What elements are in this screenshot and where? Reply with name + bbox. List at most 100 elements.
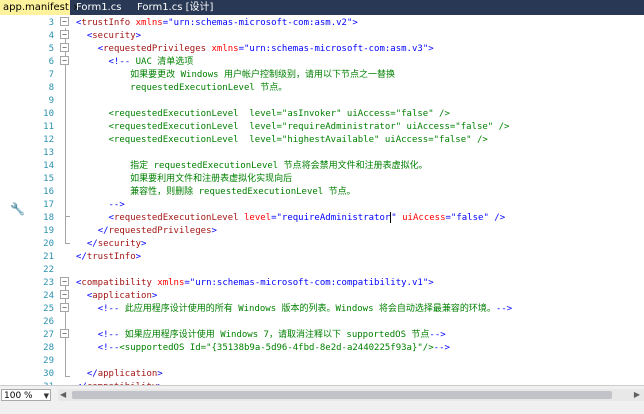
code-token: urn:schemas-microsoft-com:asm.v2 xyxy=(173,18,347,28)
collapse-icon[interactable]: − xyxy=(60,56,69,65)
scroll-right-icon[interactable]: ▶ xyxy=(634,389,640,401)
code-line[interactable]: <requestedExecutionLevel level="asInvoke… xyxy=(76,108,450,121)
chevron-down-icon[interactable]: ▼ xyxy=(44,390,49,402)
tab-form1-cs[interactable]: Form1.cs xyxy=(73,0,129,15)
code-line[interactable]: </trustInfo> xyxy=(76,251,141,264)
code-token: requestedPrivileges xyxy=(103,44,207,54)
tab-form1-designer[interactable]: Form1.cs [设计] xyxy=(134,0,224,15)
code-token: =" xyxy=(238,44,250,54)
code-token: > xyxy=(141,239,147,249)
code-token: /> xyxy=(494,213,506,223)
outlining-margin: − − − − − − − − xyxy=(58,15,74,385)
code-line[interactable]: <trustInfo xmlns="urn:schemas-microsoft-… xyxy=(76,17,358,30)
line-number: 13 xyxy=(43,148,54,158)
collapse-icon[interactable]: − xyxy=(60,43,69,52)
scrollbar-thumb[interactable] xyxy=(72,391,612,399)
code-token: --> xyxy=(433,343,450,353)
line-number: 3 xyxy=(48,18,54,28)
code-line[interactable]: 如果要利用文件和注册表虚拟化实现向后 xyxy=(76,173,292,186)
wrench-icon[interactable]: 🔧 xyxy=(10,202,25,216)
code-line[interactable]: 指定 requestedExecutionLevel 节点将会禁用文件和注册表虚… xyxy=(76,160,427,173)
line-number: 18 xyxy=(43,213,54,223)
code-line[interactable]: <!-- 如果应用程序设计使用 Windows 7，请取消注释以下 suppor… xyxy=(76,329,446,342)
code-token: <requestedExecutionLevel level="highestA… xyxy=(76,135,488,145)
code-line[interactable]: <!-- UAC 清单选项 xyxy=(76,56,194,69)
collapse-icon[interactable]: − xyxy=(60,17,69,26)
code-line[interactable]: </application> xyxy=(76,368,163,381)
code-line[interactable]: <requestedExecutionLevel level="requireA… xyxy=(76,121,510,134)
collapse-icon[interactable]: − xyxy=(60,303,69,312)
code-line[interactable]: </requestedPrivileges> xyxy=(76,225,217,238)
line-number: 15 xyxy=(43,174,54,184)
line-number: 24 xyxy=(43,291,54,301)
line-number: 10 xyxy=(43,109,54,119)
line-number: 30 xyxy=(43,369,54,379)
code-token: <!-- xyxy=(97,330,120,340)
collapse-icon[interactable]: − xyxy=(60,290,69,299)
line-number: 29 xyxy=(43,356,54,366)
collapse-icon[interactable]: − xyxy=(60,277,69,286)
code-token: trustInfo xyxy=(86,252,136,262)
code-token: <requestedExecutionLevel level="asInvoke… xyxy=(76,109,450,119)
fold-end-marker xyxy=(65,216,70,217)
code-token: <!-- xyxy=(97,343,120,353)
code-line[interactable]: 兼容性，则删除 requestedExecutionLevel 节点。 xyxy=(76,186,355,199)
code-token: =" xyxy=(162,18,174,28)
code-line[interactable]: <!--<supportedOS Id="{35138b9a-5d96-4fbd… xyxy=(76,342,450,355)
tab-label: Form1.cs [设计] xyxy=(137,2,214,13)
code-token: <!-- xyxy=(108,57,131,67)
code-token: urn:schemas-microsoft-com:compatibility.… xyxy=(195,278,423,288)
code-token: =" xyxy=(271,213,282,223)
code-line[interactable]: <!-- 此应用程序设计使用的所有 Windows 版本的列表。Windows … xyxy=(76,303,513,316)
collapse-icon[interactable]: − xyxy=(60,329,69,338)
code-line[interactable]: <requestedExecutionLevel level="highestA… xyxy=(76,134,488,147)
line-number: 4 xyxy=(48,31,54,41)
line-number: 6 xyxy=(48,57,54,67)
code-line[interactable]: <security> xyxy=(76,30,141,43)
code-line[interactable]: 如果要更改 Windows 用户帐户控制级别，请用以下节点之一替换 xyxy=(76,69,395,82)
code-line[interactable]: <requestedExecutionLevel level="requireA… xyxy=(76,212,505,225)
code-token: </ xyxy=(86,239,98,249)
line-number: 11 xyxy=(43,122,54,132)
tab-app-manifest[interactable]: app.manifest × xyxy=(0,0,80,15)
code-token: uiAccess xyxy=(402,213,446,223)
code-line[interactable]: <requestedPrivileges xmlns="urn:schemas-… xyxy=(76,43,434,56)
line-number: 16 xyxy=(43,187,54,197)
code-editor[interactable]: 3 4 5 6 7 8 9 10 11 12 13 14 15 16 17 18 19 20 21 22 23 24 25 2… xyxy=(0,15,644,385)
collapse-icon[interactable]: − xyxy=(60,30,69,39)
code-token: > xyxy=(135,31,142,41)
fold-end-marker xyxy=(65,376,70,377)
code-line[interactable]: <compatibility xmlns="urn:schemas-micros… xyxy=(76,277,434,290)
code-token: 如果应用程序设计使用 Windows 7，请取消注释以下 supportedOS… xyxy=(119,330,430,340)
code-token: requestedPrivileges xyxy=(108,226,212,236)
line-number: 14 xyxy=(43,161,54,171)
code-line[interactable]: </security> xyxy=(76,238,147,251)
code-token: "> xyxy=(422,44,434,54)
code-token: --> xyxy=(429,330,446,340)
scroll-left-icon[interactable]: ◀ xyxy=(60,389,66,401)
code-line[interactable]: requestedExecutionLevel 节点。 xyxy=(76,82,287,95)
line-number: 8 xyxy=(48,83,54,93)
code-token: </ xyxy=(76,252,87,262)
code-token: 如果要利用文件和注册表虚拟化实现向后 xyxy=(76,174,293,184)
line-number: 17 xyxy=(43,200,54,210)
line-number: 23 xyxy=(43,278,54,288)
code-token: 此应用程序设计使用的所有 Windows 版本的列表。Windows 将会自动选… xyxy=(119,304,496,314)
tab-label: Form1.cs xyxy=(76,2,122,13)
code-token: xmlns xyxy=(135,18,163,28)
code-line[interactable]: --> xyxy=(76,199,125,212)
zoom-dropdown[interactable]: 100 % ▼ xyxy=(1,389,51,401)
code-token: --> xyxy=(108,200,125,210)
code-token: application xyxy=(92,291,152,301)
horizontal-scrollbar[interactable]: ◀ ▶ xyxy=(58,389,644,401)
line-number: 27 xyxy=(43,330,54,340)
code-line[interactable]: <application> xyxy=(76,290,157,303)
code-token: > xyxy=(135,252,142,262)
line-number-gutter: 3 4 5 6 7 8 9 10 11 12 13 14 15 16 17 18 19 20 21 22 23 24 25 2… xyxy=(0,15,58,385)
code-token: trustInfo xyxy=(81,18,131,28)
code-token: 如果要更改 Windows 用户帐户控制级别，请用以下节点之一替换 xyxy=(76,70,395,80)
code-token: =" xyxy=(445,213,457,223)
